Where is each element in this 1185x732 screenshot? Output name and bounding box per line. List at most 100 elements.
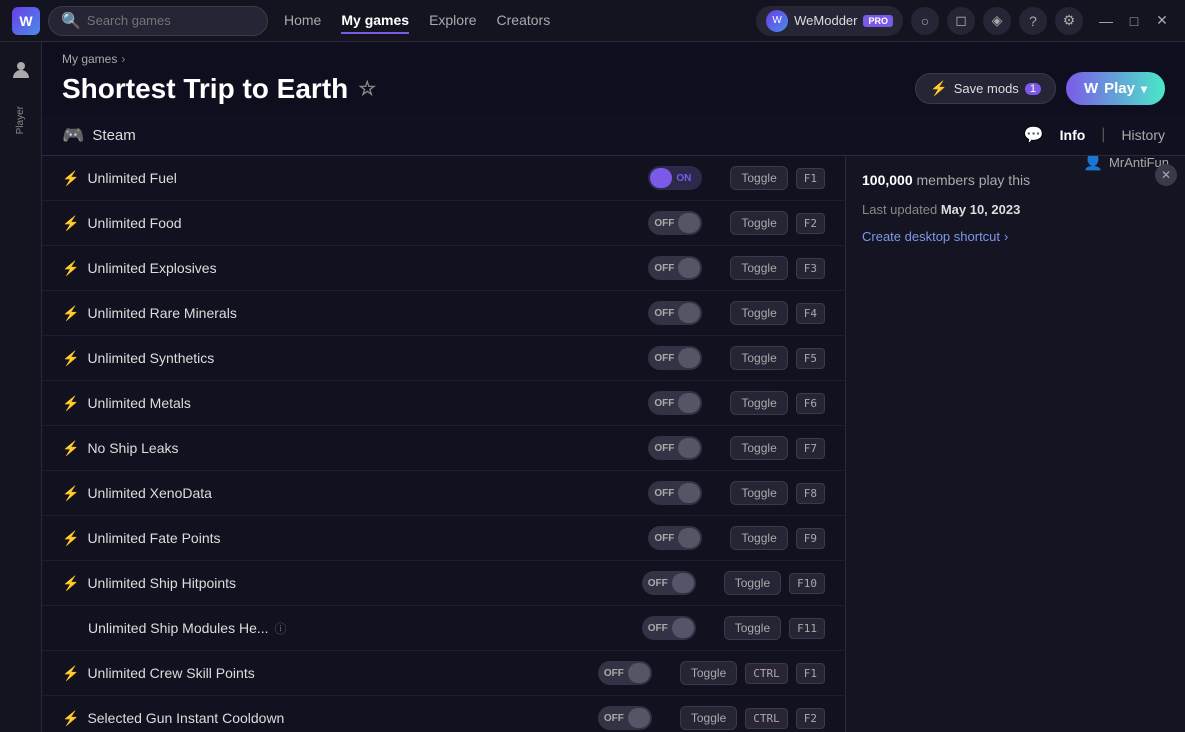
tab-info[interactable]: Info: [1060, 123, 1086, 147]
mod-lightning-icon: ⚡: [62, 530, 79, 547]
key-badge-fn: F2: [796, 708, 825, 729]
key-badge-fn: F9: [796, 528, 825, 549]
save-mods-button[interactable]: ⚡ Save mods 1: [915, 73, 1056, 104]
mod-row-unlimited-synthetics: ⚡ Unlimited Synthetics OFF Toggle F5: [42, 336, 845, 381]
mod-lightning-icon: ⚡: [62, 440, 79, 457]
steam-icon: 🎮: [62, 125, 84, 146]
settings-icon[interactable]: ⚙: [1055, 7, 1083, 35]
mod-name: Selected Gun Instant Cooldown: [87, 710, 589, 726]
members-number: 100,000: [862, 172, 913, 188]
toggle-button[interactable]: Toggle: [730, 166, 787, 190]
key-badge-fn: F6: [796, 393, 825, 414]
toggle-knob: [678, 528, 700, 548]
members-count: 100,000 members play this: [862, 172, 1030, 188]
game-title: Shortest Trip to Earth ☆: [62, 73, 376, 105]
members-text: members play this: [917, 172, 1031, 188]
maximize-button[interactable]: □: [1123, 10, 1145, 32]
nav-home[interactable]: Home: [284, 8, 321, 34]
game-header: My games › Shortest Trip to Earth ☆ ⚡ Sa…: [42, 42, 1185, 115]
mod-lightning-icon: ⚡: [62, 665, 79, 682]
search-icon: 🔍: [61, 11, 81, 31]
desktop-shortcut-text: Create desktop shortcut: [862, 229, 1000, 244]
mod-toggle[interactable]: ON: [648, 166, 702, 190]
mod-toggle[interactable]: OFF: [648, 256, 702, 280]
toggle-button[interactable]: Toggle: [680, 661, 737, 685]
help-icon[interactable]: ?: [1019, 7, 1047, 35]
mod-lightning-icon: ⚡: [62, 710, 79, 727]
window-controls: — □ ✕: [1095, 10, 1173, 32]
toggle-button[interactable]: Toggle: [730, 526, 787, 550]
mod-toggle[interactable]: OFF: [648, 346, 702, 370]
key-badge-fn: F8: [796, 483, 825, 504]
info-close-button[interactable]: ✕: [1155, 164, 1177, 186]
mod-toggle[interactable]: OFF: [642, 616, 696, 640]
top-navigation: W 🔍 Home My games Explore Creators W WeM…: [0, 0, 1185, 42]
breadcrumb-link[interactable]: My games: [62, 52, 117, 66]
toggle-button[interactable]: Toggle: [730, 211, 787, 235]
discord-icon[interactable]: ◈: [983, 7, 1011, 35]
save-mods-label: Save mods: [954, 81, 1019, 96]
app-logo[interactable]: W: [12, 7, 40, 35]
mod-lightning-icon: ⚡: [62, 575, 79, 592]
toggle-button[interactable]: Toggle: [730, 436, 787, 460]
toggle-button[interactable]: Toggle: [730, 481, 787, 505]
mod-toggle[interactable]: OFF: [648, 211, 702, 235]
mod-row-unlimited-fate-points: ⚡ Unlimited Fate Points OFF Toggle F9: [42, 516, 845, 561]
toggle-button[interactable]: Toggle: [680, 706, 737, 730]
toggle-knob: [678, 438, 700, 458]
toggle-knob: [678, 213, 700, 233]
close-button[interactable]: ✕: [1151, 10, 1173, 32]
tab-history[interactable]: History: [1121, 123, 1165, 147]
main-content: My games › Shortest Trip to Earth ☆ ⚡ Sa…: [42, 42, 1185, 732]
info-panel: ✕ 100,000 members play this 👤 MrAntiFun …: [845, 156, 1185, 732]
toggle-button[interactable]: Toggle: [724, 571, 781, 595]
platform-name: Steam: [92, 127, 135, 144]
toggle-button[interactable]: Toggle: [724, 616, 781, 640]
toggle-button[interactable]: Toggle: [730, 256, 787, 280]
wemod-play-icon: W: [1084, 80, 1098, 97]
toggle-button[interactable]: Toggle: [730, 391, 787, 415]
mod-info-icon[interactable]: ⓘ: [275, 620, 287, 637]
mod-toggle[interactable]: OFF: [598, 661, 652, 685]
search-input[interactable]: [87, 13, 255, 28]
toggle-button[interactable]: Toggle: [730, 301, 787, 325]
breadcrumb-separator: ›: [121, 52, 125, 66]
mod-lightning-icon: ⚡: [62, 170, 79, 187]
mod-name: Unlimited XenoData: [87, 485, 640, 501]
nav-creators[interactable]: Creators: [497, 8, 551, 34]
mod-name: Unlimited Metals: [87, 395, 640, 411]
mod-name: Unlimited Synthetics: [87, 350, 640, 366]
mod-toggle[interactable]: OFF: [648, 436, 702, 460]
toggle-button[interactable]: Toggle: [730, 346, 787, 370]
mod-toggle[interactable]: OFF: [648, 301, 702, 325]
author-icon: 👤: [1083, 156, 1103, 172]
search-bar[interactable]: 🔍: [48, 6, 268, 36]
mod-toggle[interactable]: OFF: [648, 526, 702, 550]
mod-toggle[interactable]: OFF: [598, 706, 652, 730]
mod-row-unlimited-metals: ⚡ Unlimited Metals OFF Toggle F6: [42, 381, 845, 426]
desktop-shortcut-link[interactable]: Create desktop shortcut ›: [862, 229, 1169, 244]
nav-circle-btn-2[interactable]: ◻: [947, 7, 975, 35]
mod-toggle[interactable]: OFF: [648, 391, 702, 415]
nav-circle-btn-1[interactable]: ○: [911, 7, 939, 35]
toggle-knob: [650, 168, 672, 188]
mods-area: ⚡ Unlimited Fuel ON Toggle F1 ⚡ Unlimite…: [42, 156, 1185, 732]
key-badge-fn: F4: [796, 303, 825, 324]
mod-toggle[interactable]: OFF: [642, 571, 696, 595]
mod-toggle[interactable]: OFF: [648, 481, 702, 505]
mod-lightning-icon: ⚡: [62, 395, 79, 412]
last-updated-date: May 10, 2023: [941, 202, 1021, 217]
nav-my-games[interactable]: My games: [341, 8, 409, 34]
chat-icon[interactable]: 💬: [1024, 125, 1044, 145]
nav-explore[interactable]: Explore: [429, 8, 476, 34]
play-button[interactable]: W Play ▾: [1066, 72, 1165, 105]
mod-row-unlimited-fuel: ⚡ Unlimited Fuel ON Toggle F1: [42, 156, 845, 201]
favorite-icon[interactable]: ☆: [358, 76, 376, 101]
sidebar-player-icon[interactable]: [5, 54, 37, 86]
mod-row-unlimited-food: ⚡ Unlimited Food OFF Toggle F2: [42, 201, 845, 246]
mod-lightning-icon: ⚡: [62, 485, 79, 502]
user-badge[interactable]: W WeModder PRO: [756, 6, 903, 36]
key-badge-fn: F5: [796, 348, 825, 369]
mod-name: Unlimited Ship Modules He...ⓘ: [88, 620, 634, 637]
minimize-button[interactable]: —: [1095, 10, 1117, 32]
